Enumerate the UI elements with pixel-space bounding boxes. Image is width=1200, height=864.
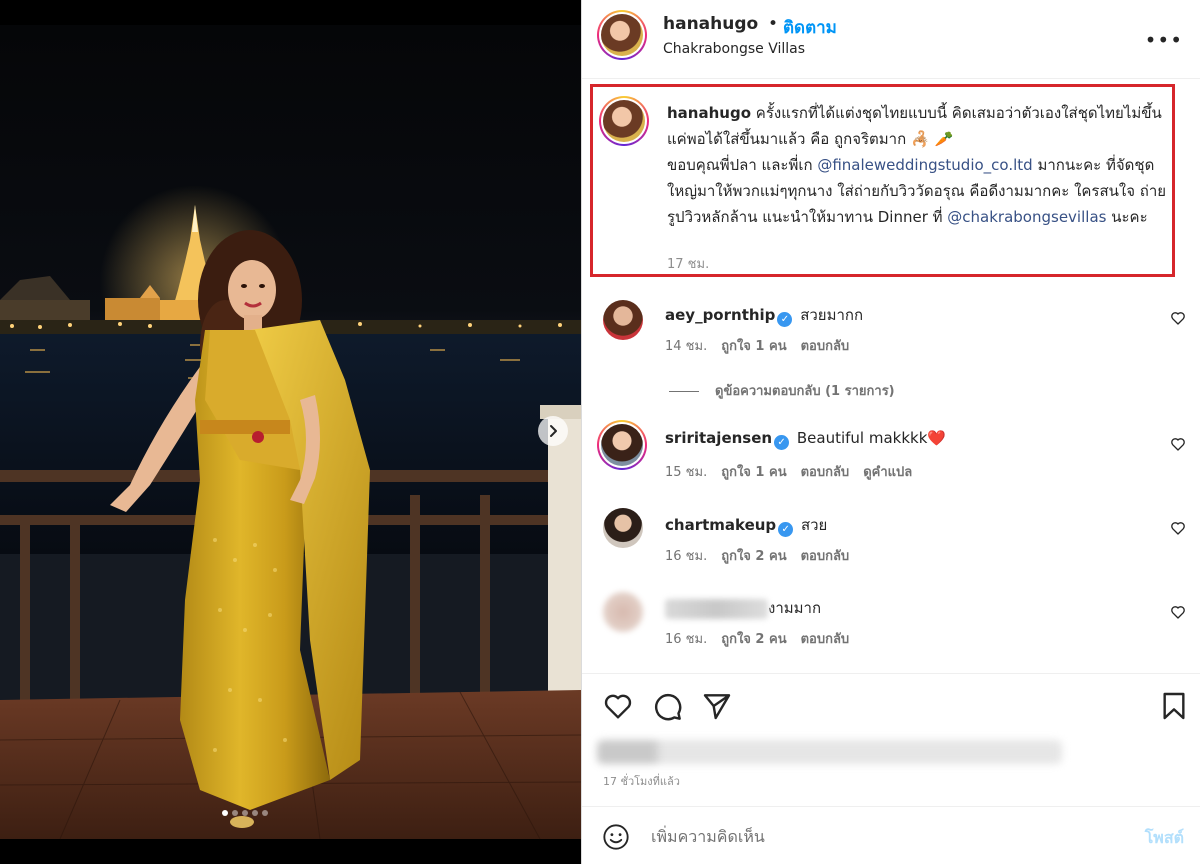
comment-text: สวย (800, 516, 828, 534)
commenter-avatar[interactable] (603, 300, 643, 340)
comment-meta: 16 ชม. ถูกใจ 2 คน ตอบกลับ (665, 545, 863, 566)
heart-icon[interactable] (602, 690, 634, 722)
commenter-avatar[interactable] (603, 508, 643, 548)
author-avatar[interactable] (597, 10, 647, 60)
carousel-dot (242, 810, 248, 816)
caption-timestamp: 17 ชม. (667, 257, 710, 272)
likes-summary-blurred (597, 740, 1062, 764)
post-action-bar (582, 673, 1200, 739)
comment-bubble-icon[interactable] (651, 690, 683, 722)
comment-meta: 16 ชม. ถูกใจ 2 คน ตอบกลับ (665, 628, 863, 649)
reply-button[interactable]: ตอบกลับ (801, 465, 850, 480)
comment-line: sriritajensen ✓ Beautiful makkkk❤️ (665, 429, 946, 450)
comment-input[interactable] (651, 821, 1111, 851)
verified-badge-icon: ✓ (774, 435, 790, 450)
caption-mention[interactable]: @finaleweddingstudio_co.ltd (817, 156, 1032, 174)
commenter-username[interactable]: aey_pornthip (665, 306, 775, 324)
caption-emoji: 🥕 (934, 130, 954, 148)
comment-text: Beautiful makkkk (796, 429, 928, 447)
reply-button[interactable]: ตอบกลับ (801, 632, 850, 647)
comment-time: 15 ชม. (665, 465, 708, 480)
reply-button[interactable]: ตอบกลับ (801, 339, 850, 354)
comment-likes[interactable]: ถูกใจ 2 คน (721, 549, 786, 564)
author-username[interactable]: hanahugo (663, 14, 758, 34)
post-comment-button[interactable]: โพสต์ (1145, 826, 1184, 851)
comment-line: งามมาก (665, 596, 821, 620)
post-location[interactable]: Chakrabongse Villas (663, 41, 805, 57)
comment-emoji: ❤️ (927, 429, 947, 447)
caption-text: ขอบคุณพี่ปลา และพี่เก (667, 156, 818, 174)
comment-likes[interactable]: ถูกใจ 1 คน (721, 465, 786, 480)
caption-mention[interactable]: @chakrabongsevillas (947, 208, 1106, 226)
comment-time: 14 ชม. (665, 339, 708, 354)
paper-plane-icon[interactable] (701, 690, 733, 722)
like-comment-heart-icon[interactable] (1170, 310, 1186, 326)
commenter-avatar[interactable] (603, 592, 643, 632)
translate-button[interactable]: ดูคำแปล (863, 465, 912, 480)
photo-scene (0, 0, 581, 864)
follow-button[interactable]: ติดตาม (783, 14, 837, 41)
instagram-post-view: hanahugo • ติดตาม Chakrabongse Villas ••… (0, 0, 1200, 864)
carousel-dot (222, 810, 228, 816)
comment-line: aey_pornthip ✓ สวยมากก (665, 303, 863, 327)
post-header: hanahugo • ติดตาม Chakrabongse Villas ••… (582, 0, 1200, 79)
comment-meta: 14 ชม. ถูกใจ 1 คน ตอบกลับ (665, 335, 863, 356)
carousel-indicator (222, 810, 268, 816)
more-horizontal-icon[interactable]: ••• (1145, 28, 1183, 52)
post-caption: hanahugo ครั้งแรกที่ได้แต่งชุดไทยแบบนี้ … (667, 100, 1172, 230)
caption-author-avatar[interactable] (599, 96, 649, 146)
caption-username[interactable]: hanahugo (667, 104, 751, 122)
comment-text: งามมาก (768, 599, 822, 617)
view-replies-label: ดูข้อความตอบกลับ (1 รายการ) (715, 384, 895, 399)
comment-meta: 15 ชม. ถูกใจ 1 คน ตอบกลับ ดูคำแปล (665, 461, 926, 482)
verified-badge-icon: ✓ (778, 522, 794, 537)
separator-dot: • (768, 14, 779, 34)
commenter-username[interactable]: sriritajensen (665, 429, 772, 447)
caption-text: นะคะ (1106, 208, 1148, 226)
comment-text: สวยมากก (800, 306, 864, 324)
like-comment-heart-icon[interactable] (1170, 604, 1186, 620)
comment-line: chartmakeup ✓ สวย (665, 513, 827, 537)
carousel-dot (252, 810, 258, 816)
posted-time: 17 ชั่วโมงที่แล้ว (603, 775, 680, 788)
verified-badge-icon: ✓ (777, 312, 793, 327)
add-comment-bar: โพสต์ (582, 806, 1200, 864)
reply-button[interactable]: ตอบกลับ (801, 549, 850, 564)
comment-time: 16 ชม. (665, 632, 708, 647)
comment-likes[interactable]: ถูกใจ 1 คน (721, 339, 786, 354)
commenter-username[interactable]: chartmakeup (665, 516, 776, 534)
view-replies-button[interactable]: ดูข้อความตอบกลับ (1 รายการ) (669, 380, 895, 401)
post-photo[interactable] (0, 0, 581, 864)
commenter-avatar[interactable] (597, 420, 647, 470)
blurred-username (665, 598, 768, 619)
post-sidebar: hanahugo • ติดตาม Chakrabongse Villas ••… (581, 0, 1200, 864)
caption-highlight-box: hanahugo ครั้งแรกที่ได้แต่งชุดไทยแบบนี้ … (590, 84, 1175, 277)
carousel-dot (232, 810, 238, 816)
carousel-next-button[interactable] (538, 416, 568, 446)
chevron-right-icon (550, 425, 557, 437)
caption-emoji: 🦂 (910, 130, 930, 148)
bookmark-icon[interactable] (1158, 690, 1190, 722)
comment-likes[interactable]: ถูกใจ 2 คน (721, 632, 786, 647)
smiley-icon[interactable] (602, 823, 630, 851)
like-comment-heart-icon[interactable] (1170, 520, 1186, 536)
like-comment-heart-icon[interactable] (1170, 436, 1186, 452)
comment-time: 16 ชม. (665, 549, 708, 564)
carousel-dot (262, 810, 268, 816)
